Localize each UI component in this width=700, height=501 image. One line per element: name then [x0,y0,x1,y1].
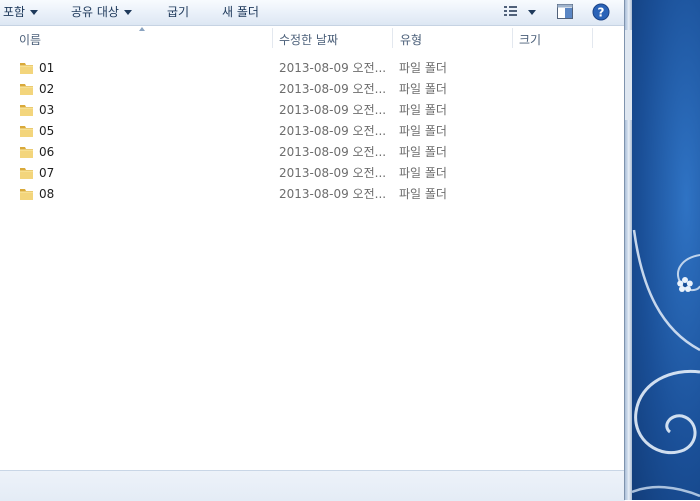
file-name: 08 [39,187,55,201]
include-in-library-button[interactable]: 포함 [3,4,39,20]
file-date: 2013-08-09 오전... [279,166,387,180]
share-label: 공유 대상 [71,5,119,19]
column-type[interactable]: 유형 [400,26,422,48]
file-type: 파일 폴더 [399,61,447,75]
folder-icon [20,147,33,158]
desktop-wallpaper [632,0,700,500]
column-divider[interactable] [272,28,273,48]
list-item[interactable]: 01 2013-08-09 오전... 파일 폴더 [0,58,625,78]
help-button[interactable]: ? [592,3,610,21]
file-type: 파일 폴더 [399,82,447,96]
preview-pane-icon [557,4,573,19]
column-name[interactable]: 이름 [19,26,41,48]
list-item[interactable]: 02 2013-08-09 오전... 파일 폴더 [0,79,625,99]
file-name: 06 [39,145,55,159]
burn-button[interactable]: 굽기 [167,4,189,20]
list-item[interactable]: 08 2013-08-09 오전... 파일 폴더 [0,184,625,204]
file-name: 05 [39,124,55,138]
file-name: 01 [39,61,55,75]
file-date: 2013-08-09 오전... [279,187,387,201]
file-date: 2013-08-09 오전... [279,124,387,138]
swirl-ornament-icon [632,229,700,498]
chevron-down-icon [30,10,39,15]
include-label: 포함 [3,5,26,19]
help-icon: ? [592,3,610,21]
preview-pane-button[interactable] [556,3,574,21]
column-divider[interactable] [392,28,393,48]
new-folder-button[interactable]: 새 폴더 [222,4,259,20]
file-type: 파일 폴더 [399,103,447,117]
list-item[interactable]: 03 2013-08-09 오전... 파일 폴더 [0,100,625,120]
frame-highlight [625,30,632,120]
list-item[interactable]: 05 2013-08-09 오전... 파일 폴더 [0,121,625,141]
change-view-button[interactable] [502,3,542,21]
share-with-button[interactable]: 공유 대상 [71,4,132,20]
folder-icon [20,105,33,116]
folder-icon [20,168,33,179]
file-type: 파일 폴더 [399,166,447,180]
file-type: 파일 폴더 [399,124,447,138]
file-name: 02 [39,82,55,96]
explorer-window: 포함 공유 대상 굽기 새 폴더 ? 이름 수정한 날짜 유형 크기 01 20… [0,0,625,501]
file-date: 2013-08-09 오전... [279,103,387,117]
file-date: 2013-08-09 오전... [279,145,387,159]
folder-icon [20,84,33,95]
file-name: 03 [39,103,55,117]
column-size[interactable]: 크기 [519,26,541,48]
view-options-icon [504,6,536,16]
folder-icon [20,189,33,200]
column-divider[interactable] [592,28,593,48]
burn-label: 굽기 [167,5,190,19]
file-type: 파일 폴더 [399,187,447,201]
svg-text:?: ? [598,6,605,20]
chevron-down-icon [123,10,132,15]
folder-icon [20,126,33,137]
column-date-modified[interactable]: 수정한 날짜 [279,26,338,48]
command-bar: 포함 공유 대상 굽기 새 폴더 ? [0,0,625,26]
file-date: 2013-08-09 오전... [279,61,387,75]
file-date: 2013-08-09 오전... [279,82,387,96]
folder-icon [20,63,33,74]
new-folder-label: 새 폴더 [222,5,259,19]
column-divider[interactable] [512,28,513,48]
list-item[interactable]: 06 2013-08-09 오전... 파일 폴더 [0,142,625,162]
file-type: 파일 폴더 [399,145,447,159]
column-header: 이름 수정한 날짜 유형 크기 [0,26,625,48]
list-item[interactable]: 07 2013-08-09 오전... 파일 폴더 [0,163,625,183]
details-pane [0,470,625,501]
sort-ascending-icon [139,27,145,31]
file-name: 07 [39,166,55,180]
